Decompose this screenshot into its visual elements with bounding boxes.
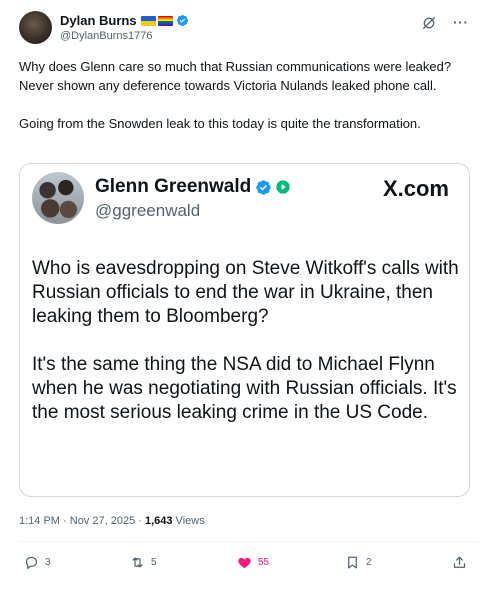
divider [19, 541, 479, 542]
repost-count: 5 [151, 557, 157, 568]
author-avatar[interactable] [19, 11, 52, 44]
author-display-name[interactable]: Dylan Burns [60, 13, 137, 28]
author-handle[interactable]: @DylanBurns1776 [60, 30, 153, 42]
views-label: Views [172, 515, 205, 527]
reply-count: 3 [45, 557, 51, 568]
author-name-row: Dylan Burns [60, 13, 189, 28]
reply-icon [25, 556, 38, 570]
quoted-display-name[interactable]: Glenn Greenwald [95, 176, 251, 198]
ukraine-flag-icon [140, 15, 156, 26]
share-icon [453, 556, 466, 568]
tweet-date[interactable]: Nov 27, 2025 [70, 515, 135, 527]
like-count: 55 [258, 557, 270, 568]
repost-icon [132, 557, 143, 568]
x-com-brand: X.com [382, 176, 449, 201]
bookmark-icon [348, 556, 357, 569]
quoted-handle: @ggreenwald [95, 201, 201, 220]
bookmark-count: 2 [366, 557, 372, 568]
bookmark-button[interactable]: 2 [345, 555, 372, 570]
tweet-container: Dylan Burns @DylanBurns1776 ··· Why does… [0, 0, 499, 594]
meta-separator: · [59, 515, 70, 527]
tweet-time[interactable]: 1:14 PM [19, 515, 60, 527]
quoted-card[interactable]: Glenn Greenwald @ggreenwald X.com Who is… [19, 163, 470, 497]
like-button[interactable]: 55 [237, 555, 269, 570]
meta-separator-2: · [135, 515, 145, 527]
play-badge-icon [276, 180, 290, 194]
verified-badge-icon[interactable] [176, 14, 189, 27]
reply-button[interactable]: 3 [24, 555, 51, 570]
grok-icon[interactable] [421, 15, 437, 31]
quoted-text: Who is eavesdropping on Steve Witkoff's … [32, 258, 459, 423]
repost-button[interactable]: 5 [130, 555, 157, 570]
tweet-meta: 1:14 PM · Nov 27, 2025 · 1,643 Views [19, 515, 205, 527]
quoted-verified-badge-icon [256, 179, 272, 195]
share-button[interactable] [452, 555, 467, 570]
quoted-name-row: Glenn Greenwald [95, 176, 291, 198]
quoted-author-avatar[interactable] [32, 172, 84, 224]
rainbow-flag-icon [157, 15, 173, 26]
heart-icon [238, 557, 251, 569]
more-options-icon[interactable]: ··· [453, 14, 469, 30]
views-count: 1,643 [144, 515, 173, 527]
tweet-text: Why does Glenn care so much that Russian… [19, 59, 452, 131]
